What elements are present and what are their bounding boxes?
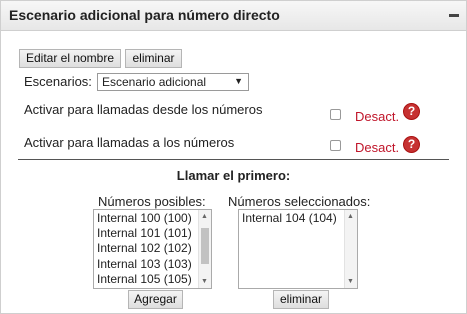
scenarios-label: Escenarios: xyxy=(24,74,92,89)
dropdown-arrow-icon: ▼ xyxy=(234,76,243,86)
list-item[interactable]: Internal 104 (104) xyxy=(242,211,337,225)
available-numbers-label: Números posibles: xyxy=(98,194,206,209)
option-to-numbers-status: Desact. xyxy=(355,140,400,155)
list-item[interactable]: Internal 102 (102) xyxy=(97,241,192,255)
help-icon[interactable]: ? xyxy=(403,103,420,120)
available-list-scrollbar[interactable]: ▲ ▼ xyxy=(198,210,211,288)
available-numbers-list[interactable]: Internal 100 (100) Internal 101 (101) In… xyxy=(93,209,212,289)
option-from-numbers-checkbox[interactable] xyxy=(330,109,341,120)
divider xyxy=(18,159,449,160)
rename-button[interactable]: Editar el nombre xyxy=(19,49,121,68)
remove-number-button[interactable]: eliminar xyxy=(273,290,329,309)
selected-list-scrollbar[interactable]: ▲ ▼ xyxy=(344,210,357,288)
option-from-numbers-label: Activar para llamadas desde los números xyxy=(24,102,263,117)
scroll-down-icon[interactable]: ▼ xyxy=(347,278,354,285)
delete-scenario-button[interactable]: eliminar xyxy=(125,49,182,68)
list-item[interactable]: Internal 103 (103) xyxy=(97,257,192,271)
selected-numbers-list[interactable]: Internal 104 (104) ▲ ▼ xyxy=(238,209,358,289)
help-icon[interactable]: ? xyxy=(403,136,420,153)
scenario-selected-value: Escenario adicional xyxy=(102,75,207,89)
add-number-button[interactable]: Agregar xyxy=(128,290,183,309)
option-from-numbers-status: Desact. xyxy=(355,109,400,124)
list-item[interactable]: Internal 105 (105) xyxy=(97,272,192,286)
scroll-down-icon[interactable]: ▼ xyxy=(201,278,208,285)
option-to-numbers-checkbox[interactable] xyxy=(330,140,341,151)
call-first-title: Llamar el primero: xyxy=(176,168,291,183)
list-item[interactable]: Internal 101 (101) xyxy=(97,226,192,240)
scrollbar-thumb[interactable] xyxy=(201,228,209,264)
scroll-up-icon[interactable]: ▲ xyxy=(201,213,208,220)
list-item[interactable]: Internal 100 (100) xyxy=(97,211,192,225)
scenario-select[interactable]: Escenario adicional ▼ xyxy=(97,73,249,91)
option-to-numbers-label: Activar para llamadas a los números xyxy=(24,135,235,150)
panel-title: Escenario adicional para número directo xyxy=(9,7,280,23)
collapse-icon[interactable] xyxy=(449,14,459,17)
scenario-panel: Escenario adicional para número directo … xyxy=(0,0,467,314)
selected-numbers-label: Números seleccionados: xyxy=(228,194,371,209)
scroll-up-icon[interactable]: ▲ xyxy=(347,213,354,220)
panel-header: Escenario adicional para número directo xyxy=(1,1,466,31)
